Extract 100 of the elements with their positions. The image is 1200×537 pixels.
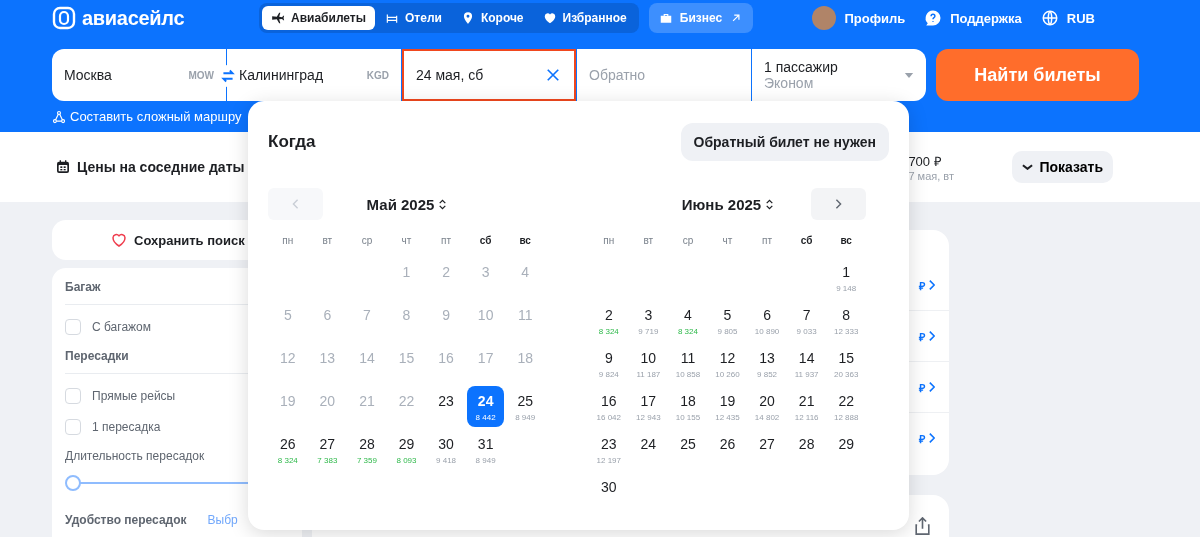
show-button[interactable]: Показать <box>1012 151 1113 183</box>
calendar-day[interactable]: 16 16 042 <box>590 386 628 427</box>
chevron-right-icon <box>929 280 935 290</box>
calendar-day[interactable]: 29 8 093 <box>387 429 426 470</box>
calendar-day[interactable]: 1 9 148 <box>827 257 865 298</box>
weekday-label: ср <box>360 233 374 248</box>
calendar-day[interactable]: 19 12 435 <box>708 386 747 427</box>
chevron-right-icon <box>929 331 935 341</box>
passengers-field[interactable]: 1 пассажир Эконом <box>752 49 926 101</box>
filter-label: Длительность пересадок <box>65 449 205 463</box>
calendar-day[interactable]: 18 10 155 <box>669 386 707 427</box>
checkbox-label[interactable]: Прямые рейсы <box>92 389 176 403</box>
chevron-right-icon <box>929 382 935 392</box>
calendar-day[interactable]: 29 <box>827 429 865 470</box>
checkbox-label[interactable]: 1 пересадка <box>92 420 161 434</box>
checkbox[interactable] <box>65 319 81 335</box>
nav-tab[interactable]: Авиабилеты <box>262 6 375 30</box>
slider-thumb[interactable] <box>65 475 81 491</box>
price-date: 7 мая, вт <box>908 170 954 182</box>
heart-icon <box>542 11 557 25</box>
filter-section-title: Пересадки <box>65 349 129 363</box>
calendar-day[interactable]: 24 8 442 <box>466 386 505 427</box>
filter-section-title: Удобство пересадок <box>65 513 187 527</box>
calendar-day[interactable]: 28 7 359 <box>348 429 386 470</box>
calendar-day[interactable]: 12 10 260 <box>708 343 747 384</box>
calendar-day[interactable]: 28 <box>787 429 826 470</box>
calendar-day[interactable]: 30 <box>590 472 628 513</box>
calendar-day[interactable]: 30 9 418 <box>427 429 465 470</box>
sort-caret-icon[interactable] <box>766 198 774 210</box>
share-icon[interactable] <box>915 517 930 535</box>
no-return-button[interactable]: Обратный билет не нужен <box>680 123 889 161</box>
calendar-day[interactable]: 9 9 824 <box>590 343 628 384</box>
month-title[interactable]: Май 2025 <box>366 195 435 213</box>
route-icon <box>52 109 66 124</box>
calendar-day[interactable]: 2 8 324 <box>590 300 628 341</box>
weekday-label: вс <box>518 233 532 248</box>
calendar-day[interactable]: 13 9 852 <box>748 343 786 384</box>
checkbox-label[interactable]: С багажом <box>92 320 151 334</box>
plane-icon <box>271 11 285 25</box>
calendar-day[interactable]: 23 <box>427 386 465 427</box>
weekday-label: вт <box>321 233 334 248</box>
calendar-day[interactable]: 23 12 197 <box>590 429 628 470</box>
calendar-day[interactable]: 8 12 333 <box>827 300 865 341</box>
calendar-day[interactable]: 31 8 949 <box>466 429 505 470</box>
nav-tab[interactable]: Избранное <box>533 6 636 30</box>
complex-route-link[interactable]: Составить сложный маршру <box>70 109 242 124</box>
avatar[interactable] <box>812 6 837 30</box>
help-icon[interactable] <box>924 9 943 27</box>
weekday-label: чт <box>400 233 413 248</box>
calendar-day[interactable]: 27 <box>748 429 786 470</box>
month-title[interactable]: Июнь 2025 <box>681 195 762 213</box>
departure-date-field[interactable]: 24 мая, сб <box>402 49 576 101</box>
calendar-icon <box>55 159 71 175</box>
sort-caret-icon[interactable] <box>439 198 447 210</box>
dropdown-caret-icon <box>904 71 914 79</box>
weekday-label: сб <box>478 233 493 248</box>
checkbox[interactable] <box>65 419 81 435</box>
calendar-day[interactable]: 26 <box>708 429 747 470</box>
calendar-day[interactable]: 3 9 719 <box>629 300 668 341</box>
logo[interactable]: авиасейлс <box>82 6 185 30</box>
checkbox[interactable] <box>65 388 81 404</box>
date-price: 700 ₽ <box>908 153 942 170</box>
origin-field[interactable]: Москва MOW <box>52 49 226 101</box>
calendar-day[interactable]: 25 8 949 <box>506 386 544 427</box>
ticket-price[interactable]: ₽ <box>919 277 925 293</box>
calendar-day[interactable]: 5 9 805 <box>708 300 747 341</box>
calendar-day[interactable]: 4 8 324 <box>669 300 707 341</box>
calendar-day[interactable]: 17 12 943 <box>629 386 668 427</box>
calendar-day[interactable]: 6 10 890 <box>748 300 786 341</box>
weekday-label: ср <box>681 233 695 248</box>
calendar-day[interactable]: 26 8 324 <box>269 429 307 470</box>
weekday-label: пн <box>602 233 616 248</box>
nearby-dates-label[interactable]: Цены на соседние даты <box>77 159 245 175</box>
calendar-day[interactable]: 25 <box>669 429 707 470</box>
support-link[interactable]: Поддержка <box>950 10 1022 26</box>
profile-link[interactable]: Профиль <box>844 10 906 26</box>
month-nav-button[interactable] <box>811 188 866 220</box>
calendar-day[interactable]: 21 12 116 <box>787 386 826 427</box>
destination-field[interactable]: Калининград KGD <box>227 49 401 101</box>
calendar-day[interactable]: 22 12 888 <box>827 386 865 427</box>
nav-tab[interactable]: Отели <box>376 6 451 30</box>
ticket-price[interactable]: ₽ <box>919 430 925 446</box>
ticket-price[interactable]: ₽ <box>919 379 925 395</box>
heart-icon <box>110 231 128 249</box>
currency-link[interactable]: RUB <box>1066 10 1095 26</box>
calendar-day[interactable]: 14 11 937 <box>787 343 826 384</box>
calendar-day[interactable]: 27 7 383 <box>308 429 347 470</box>
calendar-day[interactable]: 7 9 033 <box>787 300 826 341</box>
calendar-day[interactable]: 15 20 363 <box>827 343 865 384</box>
nav-tab[interactable]: Короче <box>451 6 533 30</box>
calendar-day[interactable]: 24 <box>629 429 668 470</box>
clear-icon[interactable] <box>544 66 562 84</box>
ticket-price[interactable]: ₽ <box>919 328 925 344</box>
weekday-label: сб <box>799 233 814 248</box>
calendar-day[interactable]: 10 11 187 <box>629 343 668 384</box>
weekday-label: пт <box>440 233 453 248</box>
calendar-day[interactable]: 20 14 802 <box>748 386 786 427</box>
calendar-day[interactable]: 11 10 858 <box>669 343 707 384</box>
chevron-right-icon <box>835 199 842 209</box>
globe-icon[interactable] <box>1040 9 1059 27</box>
